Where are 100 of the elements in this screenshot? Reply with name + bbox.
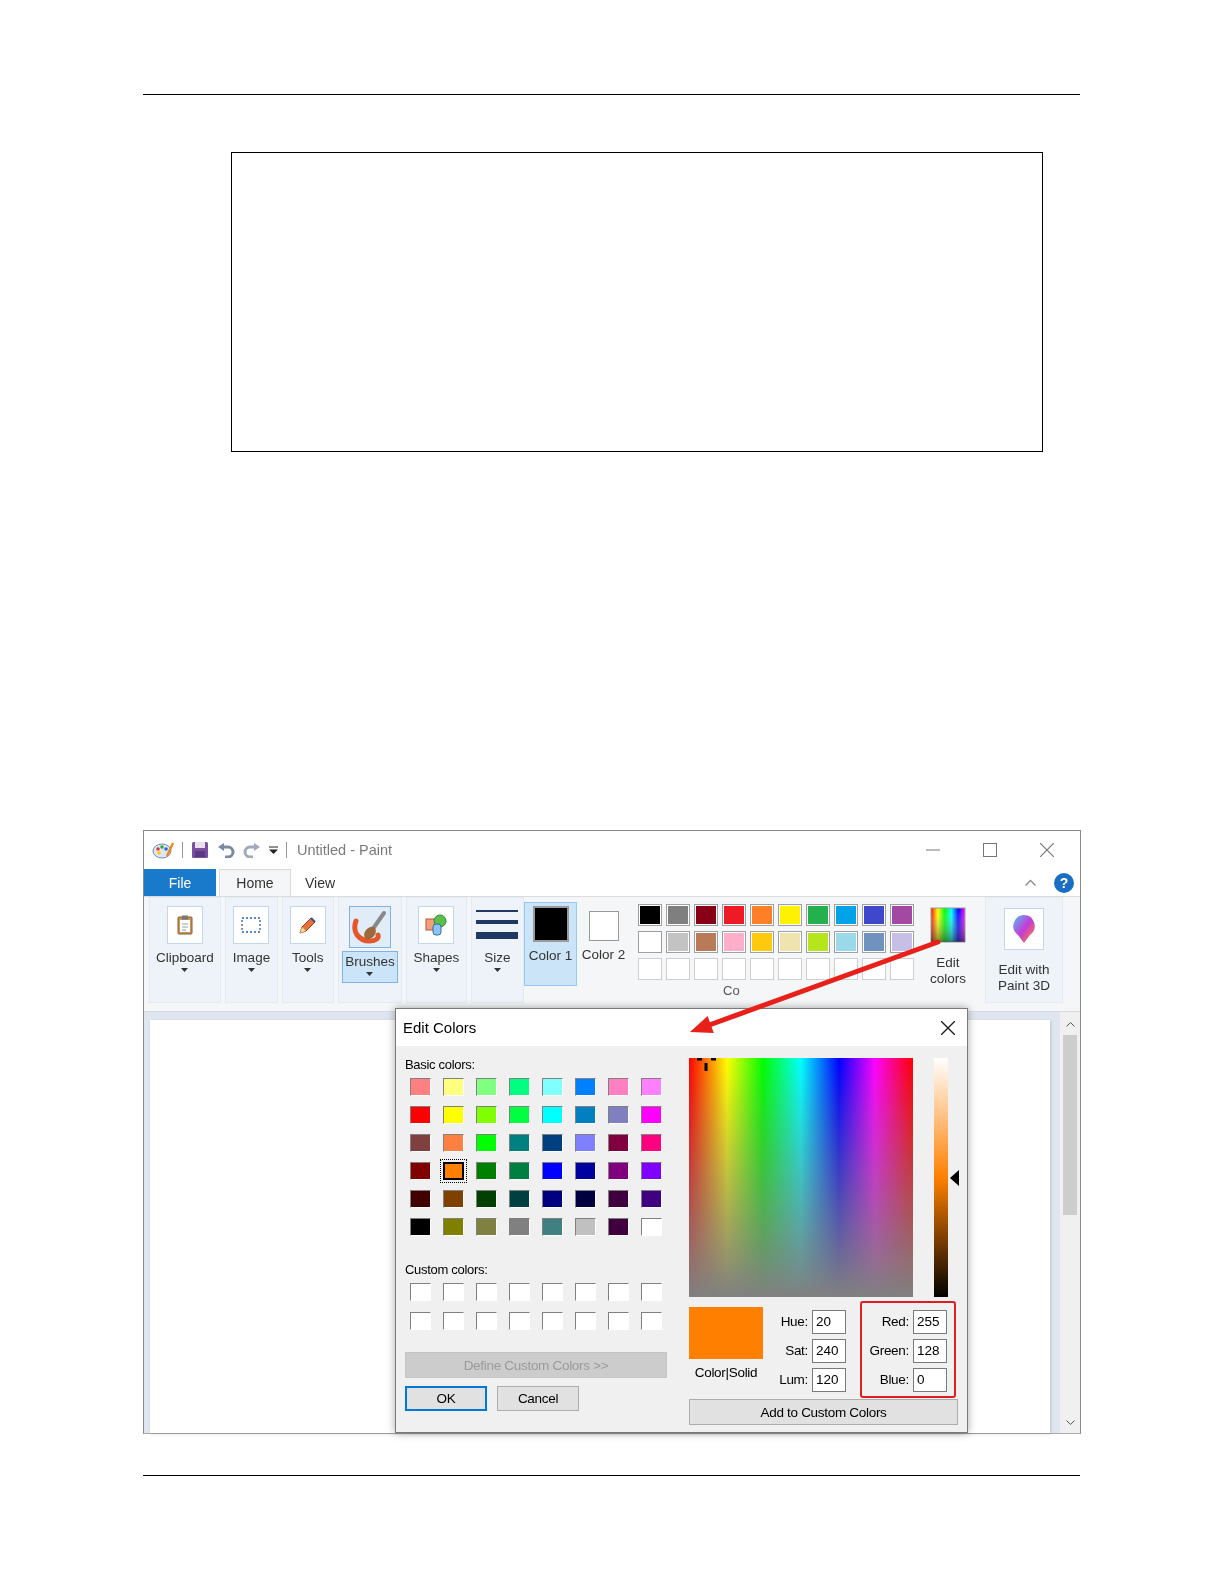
empty-color-slot[interactable] (608, 1312, 629, 1330)
color-swatch[interactable] (778, 931, 802, 953)
color-swatch[interactable] (443, 1162, 464, 1180)
maximize-icon[interactable] (983, 843, 997, 857)
ribbon-button[interactable]: Clipboard (149, 897, 221, 1003)
color-swatch[interactable] (443, 1218, 464, 1236)
number-field[interactable]: 255 (913, 1309, 947, 1334)
color-swatch[interactable] (509, 1162, 530, 1180)
color-swatch[interactable] (641, 1218, 662, 1236)
color-swatch[interactable] (862, 904, 886, 926)
empty-color-slot[interactable] (638, 958, 662, 980)
ribbon-button[interactable]: Size (470, 897, 524, 1003)
number-field[interactable]: 120 (812, 1367, 846, 1392)
color-swatch[interactable] (443, 1190, 464, 1208)
color-swatch[interactable] (694, 931, 718, 953)
color-swatch[interactable] (410, 1134, 431, 1152)
color-swatch[interactable] (750, 931, 774, 953)
scroll-down-icon[interactable] (1065, 1420, 1075, 1425)
color-swatch[interactable] (722, 904, 746, 926)
color-swatch[interactable] (641, 1162, 662, 1180)
color-swatch[interactable] (476, 1106, 497, 1124)
color-swatch[interactable] (542, 1190, 563, 1208)
empty-color-slot[interactable] (750, 958, 774, 980)
help-button[interactable]: ? (1054, 872, 1074, 893)
color-swatch[interactable] (666, 904, 690, 926)
color-swatch[interactable] (509, 1106, 530, 1124)
add-to-custom-colors-button[interactable]: Add to Custom Colors (689, 1399, 958, 1425)
empty-color-slot[interactable] (778, 958, 802, 980)
color-swatch[interactable] (509, 1190, 530, 1208)
color-swatch[interactable] (575, 1218, 596, 1236)
ribbon-button[interactable]: Brushes (337, 897, 402, 1003)
empty-color-slot[interactable] (443, 1283, 464, 1301)
empty-color-slot[interactable] (666, 958, 690, 980)
color-swatch[interactable] (834, 931, 858, 953)
color-selector-button[interactable]: Color 1 (524, 902, 577, 986)
color-swatch[interactable] (722, 931, 746, 953)
color-swatch[interactable] (666, 931, 690, 953)
color-swatch[interactable] (509, 1218, 530, 1236)
scrollbar[interactable] (1060, 1012, 1080, 1433)
empty-color-slot[interactable] (806, 958, 830, 980)
ribbon-button[interactable]: Shapes (406, 897, 467, 1003)
paint-3d-button[interactable]: Edit with Paint 3D (985, 897, 1063, 1003)
color-swatch[interactable] (476, 1162, 497, 1180)
redo-icon[interactable] (243, 842, 261, 858)
color-swatch[interactable] (834, 904, 858, 926)
cancel-button[interactable]: Cancel (497, 1386, 579, 1411)
color-swatch[interactable] (641, 1106, 662, 1124)
color-swatch[interactable] (410, 1078, 431, 1096)
empty-color-slot[interactable] (542, 1283, 563, 1301)
color-spectrum[interactable] (689, 1058, 913, 1297)
color-swatch[interactable] (476, 1134, 497, 1152)
empty-color-slot[interactable] (410, 1283, 431, 1301)
empty-color-slot[interactable] (608, 1283, 629, 1301)
color-swatch[interactable] (476, 1218, 497, 1236)
color-selector-button[interactable]: Color 2 (577, 902, 630, 986)
color-swatch[interactable] (410, 1218, 431, 1236)
ribbon-button[interactable]: Tools (281, 897, 334, 1003)
color-swatch[interactable] (694, 904, 718, 926)
undo-icon[interactable] (217, 842, 235, 858)
color-swatch[interactable] (641, 1134, 662, 1152)
caret-icon[interactable] (269, 846, 278, 854)
slider-pointer[interactable] (950, 1169, 959, 1186)
color-swatch[interactable] (575, 1190, 596, 1208)
empty-color-slot[interactable] (641, 1312, 662, 1330)
ribbon-button[interactable]: Image (224, 897, 278, 1003)
empty-color-slot[interactable] (542, 1312, 563, 1330)
color-swatch[interactable] (575, 1134, 596, 1152)
color-swatch[interactable] (638, 931, 662, 953)
ribbon-tab[interactable]: Home (219, 869, 291, 896)
paint-palette-icon[interactable] (152, 841, 174, 859)
empty-color-slot[interactable] (476, 1283, 497, 1301)
edit-colors-button[interactable]: Edit colors (923, 897, 973, 987)
empty-color-slot[interactable] (575, 1312, 596, 1330)
number-field[interactable]: 20 (812, 1309, 846, 1334)
empty-color-slot[interactable] (509, 1283, 530, 1301)
empty-color-slot[interactable] (509, 1312, 530, 1330)
empty-color-slot[interactable] (476, 1312, 497, 1330)
color-swatch[interactable] (641, 1078, 662, 1096)
empty-color-slot[interactable] (443, 1312, 464, 1330)
color-swatch[interactable] (608, 1134, 629, 1152)
scroll-up-icon[interactable] (1065, 1022, 1075, 1027)
color-swatch[interactable] (542, 1134, 563, 1152)
color-swatch[interactable] (509, 1134, 530, 1152)
ok-button[interactable]: OK (405, 1386, 487, 1411)
color-swatch[interactable] (410, 1190, 431, 1208)
color-swatch[interactable] (575, 1106, 596, 1124)
color-swatch[interactable] (476, 1078, 497, 1096)
ribbon-tab[interactable]: View (291, 869, 350, 896)
color-swatch[interactable] (476, 1190, 497, 1208)
color-swatch[interactable] (890, 904, 914, 926)
color-swatch[interactable] (608, 1078, 629, 1096)
file-menu-tab[interactable]: File (144, 869, 216, 896)
color-swatch[interactable] (750, 904, 774, 926)
color-swatch[interactable] (542, 1162, 563, 1180)
color-swatch[interactable] (608, 1190, 629, 1208)
empty-color-slot[interactable] (694, 958, 718, 980)
chevron-icon[interactable] (1025, 879, 1036, 886)
empty-color-slot[interactable] (641, 1283, 662, 1301)
color-swatch[interactable] (575, 1078, 596, 1096)
color-swatch[interactable] (542, 1078, 563, 1096)
